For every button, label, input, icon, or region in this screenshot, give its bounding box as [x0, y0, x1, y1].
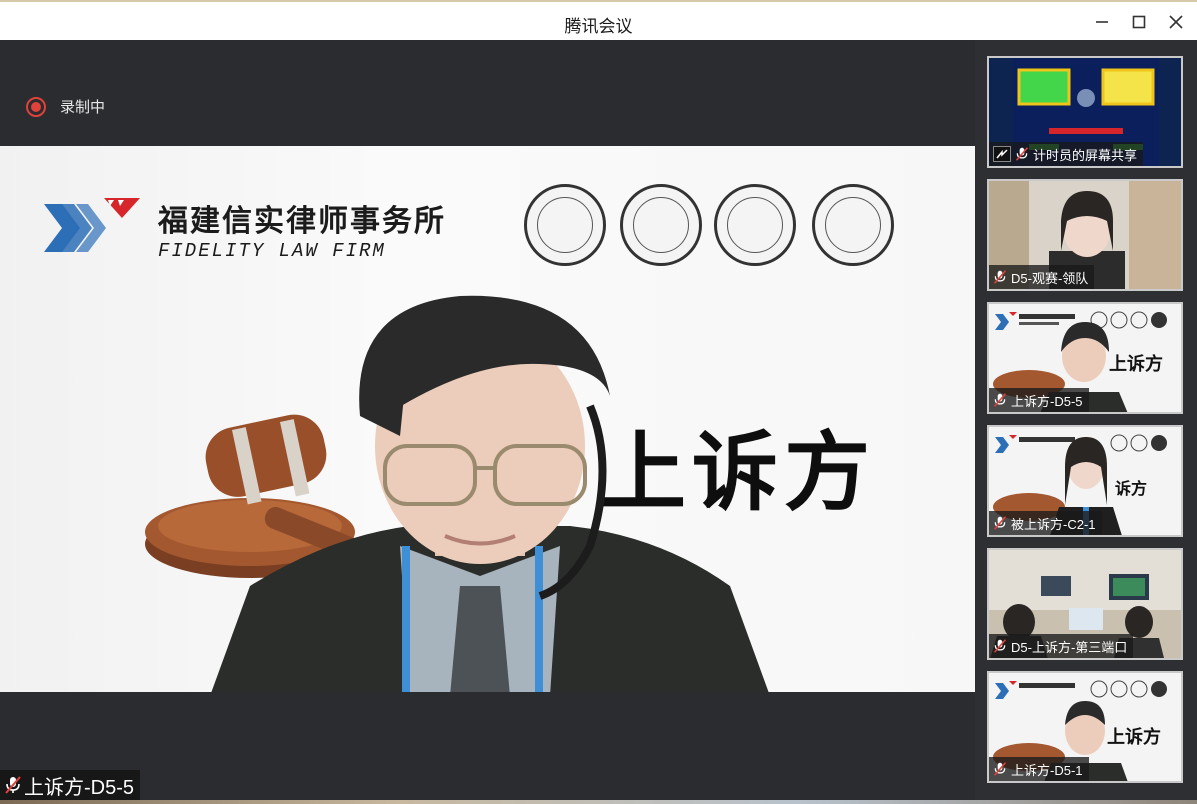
speaker-name-tag: 上诉方-D5-5 — [0, 770, 141, 800]
screen-share-icon — [993, 146, 1011, 162]
participant-caption: D5-上诉方-第三端口 — [989, 634, 1134, 658]
participant-tile-screen-share[interactable]: 计时员的屏幕共享 — [987, 56, 1183, 168]
minimize-icon — [1096, 21, 1108, 23]
mic-muted-icon — [993, 639, 1007, 653]
participant-caption: 被上诉方-C2-1 — [989, 511, 1102, 535]
taskbar-edge — [0, 800, 1197, 804]
participant-name: D5-观赛-领队 — [1011, 270, 1089, 286]
close-icon — [1169, 15, 1183, 29]
recording-indicator[interactable]: 录制中 — [26, 96, 105, 117]
mic-muted-icon — [993, 516, 1007, 530]
participant-video-person — [211, 295, 769, 692]
participant-caption: D5-观赛-领队 — [989, 265, 1095, 289]
mic-muted-icon — [5, 776, 21, 794]
mic-muted-icon — [1015, 147, 1029, 161]
speaker-name: 上诉方-D5-5 — [24, 776, 135, 799]
main-video[interactable]: 福建信实律师事务所 FIDELITY LAW FIRM 上诉方 — [0, 146, 975, 692]
participant-caption: 计时员的屏幕共享 — [989, 142, 1144, 166]
participant-name: 计时员的屏幕共享 — [1033, 147, 1138, 163]
maximize-icon — [1132, 15, 1146, 29]
tile-side-label: 上诉方 — [1107, 727, 1161, 748]
title-bar: 腾讯会议 — [0, 0, 1197, 40]
mic-muted-icon — [993, 270, 1007, 284]
participant-tile[interactable]: 上诉方 上诉方-D5-1 — [987, 671, 1183, 783]
participant-name: D5-上诉方-第三端口 — [1011, 639, 1128, 655]
participant-tile[interactable]: D5-观赛-领队 — [987, 179, 1183, 291]
participant-name: 被上诉方-C2-1 — [1011, 516, 1096, 532]
firm-name-cn: 福建信实律师事务所 — [158, 204, 446, 239]
maximize-button[interactable] — [1124, 8, 1154, 36]
participant-caption: 上诉方-D5-1 — [989, 757, 1089, 781]
firm-logo-icon — [44, 198, 140, 252]
record-icon — [26, 96, 46, 117]
recording-label: 录制中 — [60, 99, 106, 116]
participant-tile[interactable]: 上诉方 上诉方-D5-5 — [987, 302, 1183, 414]
participant-tile[interactable]: D5-上诉方-第三端口 — [987, 548, 1183, 660]
participant-name: 上诉方-D5-1 — [1011, 762, 1083, 778]
participant-name: 上诉方-D5-5 — [1011, 393, 1083, 409]
moot-court-seal-icon — [812, 184, 894, 266]
main-stage[interactable]: 录制中 福建信实律师事务所 FIDELITY LAW FIRM 上诉方 上诉方-… — [0, 40, 975, 804]
mic-muted-icon — [993, 762, 1007, 776]
participant-sidebar[interactable]: 计时员的屏幕共享 D5-观赛-领队 上诉方 上诉方-D5-5 诉方 被上诉方-C… — [975, 40, 1197, 804]
participant-caption: 上诉方-D5-5 — [989, 388, 1089, 412]
minimize-button[interactable] — [1087, 8, 1117, 36]
tile-side-label: 诉方 — [1115, 479, 1148, 498]
tile-side-label: 上诉方 — [1109, 354, 1163, 375]
participant-tile[interactable]: 诉方 被上诉方-C2-1 — [987, 425, 1183, 537]
window-title: 腾讯会议 — [564, 17, 633, 36]
close-button[interactable] — [1161, 8, 1191, 36]
mic-muted-icon — [993, 393, 1007, 407]
